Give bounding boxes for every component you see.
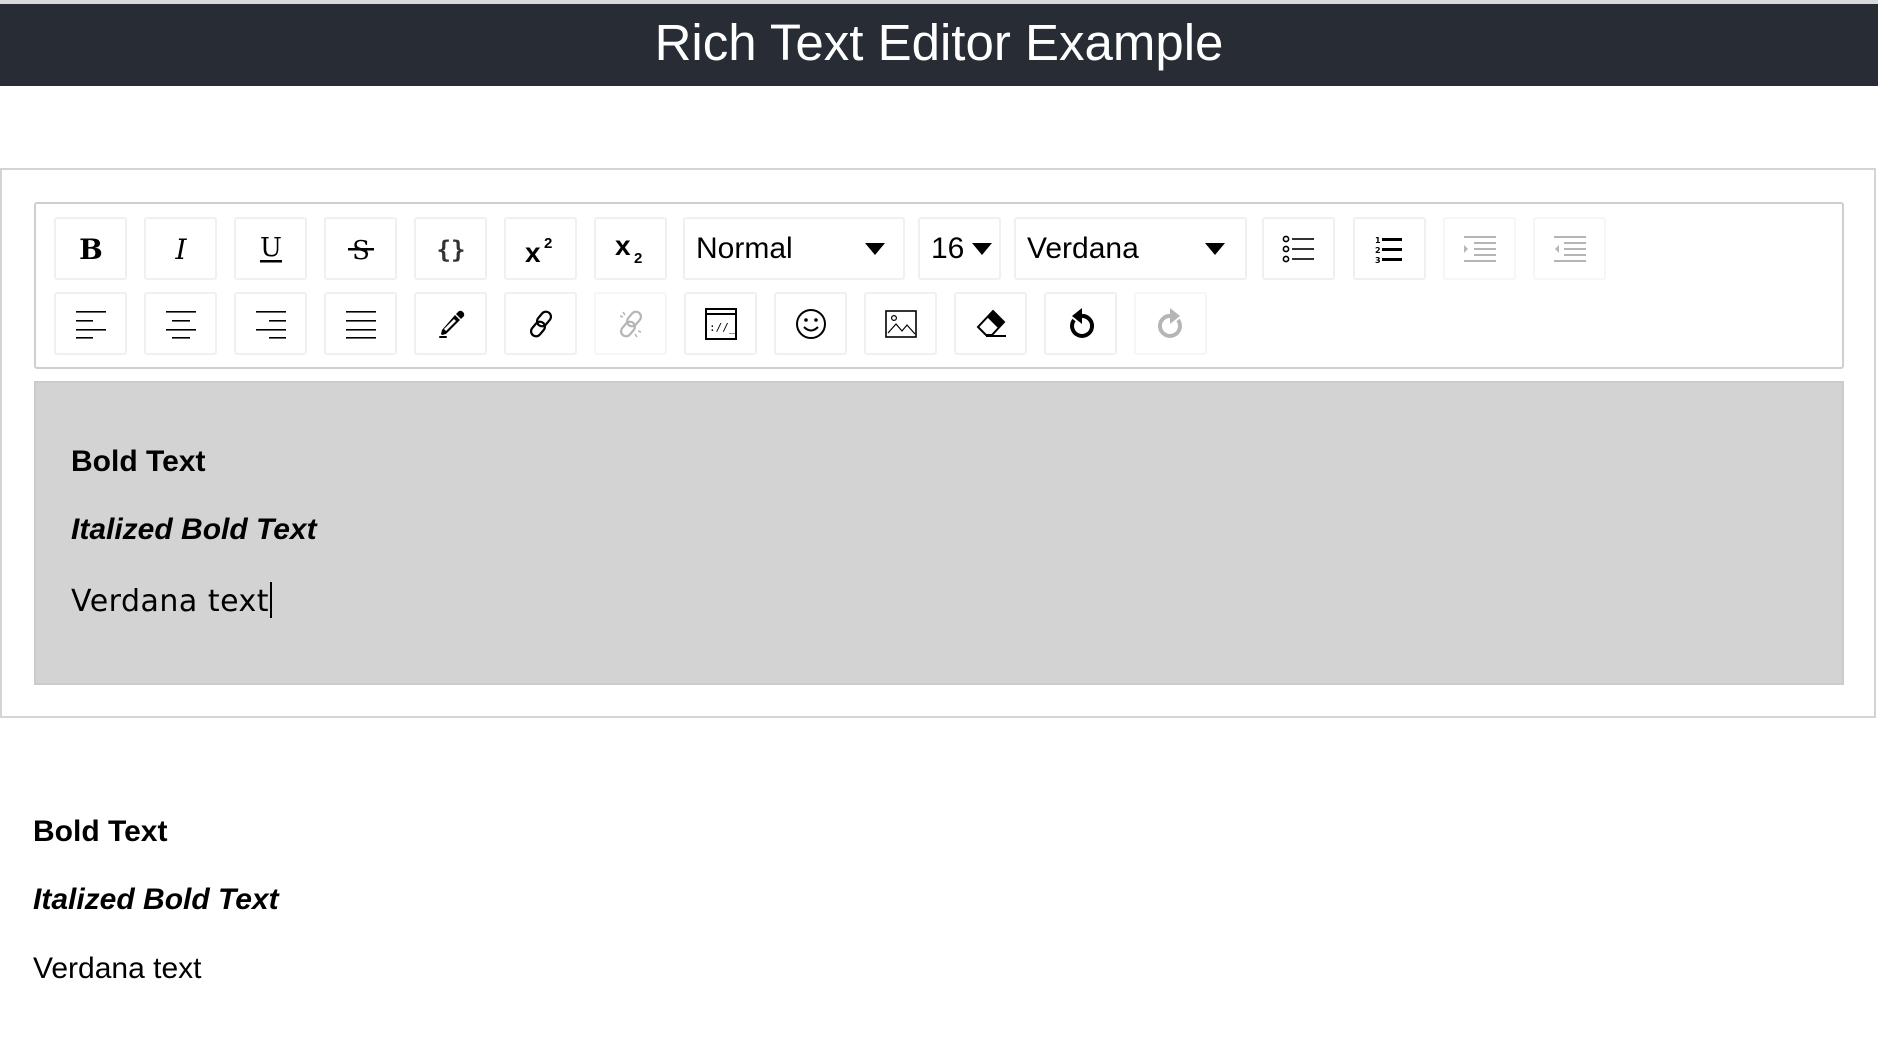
emoji-button[interactable]: [774, 292, 847, 355]
output-italic-bold-text: Italized Bold Text: [33, 883, 279, 916]
align-center-icon: [165, 310, 196, 339]
bold-button[interactable]: B: [54, 217, 127, 280]
text-cursor: [270, 582, 273, 618]
page-title: Rich Text Editor Example: [654, 14, 1224, 71]
code-button[interactable]: {}: [414, 217, 487, 280]
subscript-button[interactable]: x2: [594, 217, 667, 280]
indent-button[interactable]: [1443, 217, 1516, 280]
editor-italic-bold-text: Italized Bold Text: [71, 513, 317, 546]
embed-icon: ://_: [704, 307, 737, 340]
output-verdana-text: Verdana text: [33, 952, 202, 985]
code-braces-icon: {}: [436, 236, 465, 264]
numbered-list-icon: 1 2 3: [1375, 236, 1402, 264]
subscript-icon: x2: [615, 231, 642, 267]
image-icon: [884, 309, 917, 338]
editor-verdana-text: Verdana text: [71, 584, 270, 619]
link-icon: [529, 310, 552, 337]
italic-icon: I: [174, 234, 187, 264]
svg-text:2: 2: [1375, 246, 1381, 255]
eraser-icon: [976, 309, 1006, 337]
bulleted-list-icon: [1282, 235, 1314, 262]
align-right-button[interactable]: [234, 292, 307, 355]
svg-text:I: I: [174, 234, 187, 264]
emoji-icon: [795, 308, 826, 339]
block-type-select[interactable]: Normal: [683, 217, 905, 280]
color-picker-button[interactable]: [414, 292, 487, 355]
align-right-icon: [255, 310, 286, 339]
remove-format-button[interactable]: [954, 292, 1027, 355]
align-justify-button[interactable]: [324, 292, 397, 355]
svg-text:U: U: [260, 233, 282, 263]
align-left-button[interactable]: [54, 292, 127, 355]
redo-icon: [1157, 307, 1182, 338]
unlink-button[interactable]: [594, 292, 667, 355]
superscript-button[interactable]: x2: [504, 217, 577, 280]
font-family-select[interactable]: Verdana: [1014, 217, 1247, 280]
outdent-icon: [1553, 235, 1586, 262]
editor-line-verdana[interactable]: Verdana text: [71, 582, 273, 619]
strikethrough-icon: S: [347, 236, 374, 265]
link-button[interactable]: [504, 292, 577, 355]
editor-bold-text: Bold Text: [71, 445, 206, 478]
caret-down-icon: [865, 243, 885, 255]
indent-icon: [1463, 235, 1496, 262]
svg-text:1: 1: [1375, 236, 1381, 245]
outdent-button[interactable]: [1533, 217, 1606, 280]
svg-text:x: x: [615, 231, 631, 261]
ordered-list-button[interactable]: 1 2 3: [1353, 217, 1426, 280]
underline-button[interactable]: U: [234, 217, 307, 280]
svg-text:2: 2: [634, 250, 642, 267]
svg-text:3: 3: [1375, 256, 1381, 264]
caret-down-icon: [972, 243, 992, 255]
font-size-select[interactable]: 16: [918, 217, 1001, 280]
block-type-value: Normal: [696, 232, 793, 265]
editor-line-italic-bold[interactable]: Italized Bold Text: [71, 513, 317, 547]
superscript-icon: x2: [525, 235, 552, 266]
strikethrough-button[interactable]: S: [324, 217, 397, 280]
undo-icon: [1069, 307, 1094, 338]
image-button[interactable]: [864, 292, 937, 355]
align-center-button[interactable]: [144, 292, 217, 355]
italic-button[interactable]: I: [144, 217, 217, 280]
svg-text:://_: ://_: [709, 321, 736, 334]
svg-text:{}: {}: [436, 236, 465, 264]
output-bold-text: Bold Text: [33, 815, 168, 848]
align-justify-icon: [345, 310, 376, 339]
unordered-list-button[interactable]: [1262, 217, 1335, 280]
app-header: Rich Text Editor Example: [0, 4, 1878, 86]
unlink-icon: [619, 310, 642, 337]
caret-down-icon: [1205, 243, 1225, 255]
undo-button[interactable]: [1044, 292, 1117, 355]
svg-text:x: x: [525, 237, 541, 266]
svg-text:B: B: [79, 234, 103, 264]
eyedropper-icon: [438, 310, 464, 338]
embed-button[interactable]: ://_: [684, 292, 757, 355]
underline-icon: U: [259, 233, 282, 263]
svg-text:2: 2: [544, 235, 552, 252]
editor-line-bold[interactable]: Bold Text: [71, 445, 205, 479]
font-size-value: 16: [931, 232, 965, 265]
align-left-icon: [75, 310, 106, 339]
redo-button[interactable]: [1134, 292, 1207, 355]
bold-icon: B: [79, 234, 103, 264]
font-family-value: Verdana: [1027, 232, 1139, 265]
